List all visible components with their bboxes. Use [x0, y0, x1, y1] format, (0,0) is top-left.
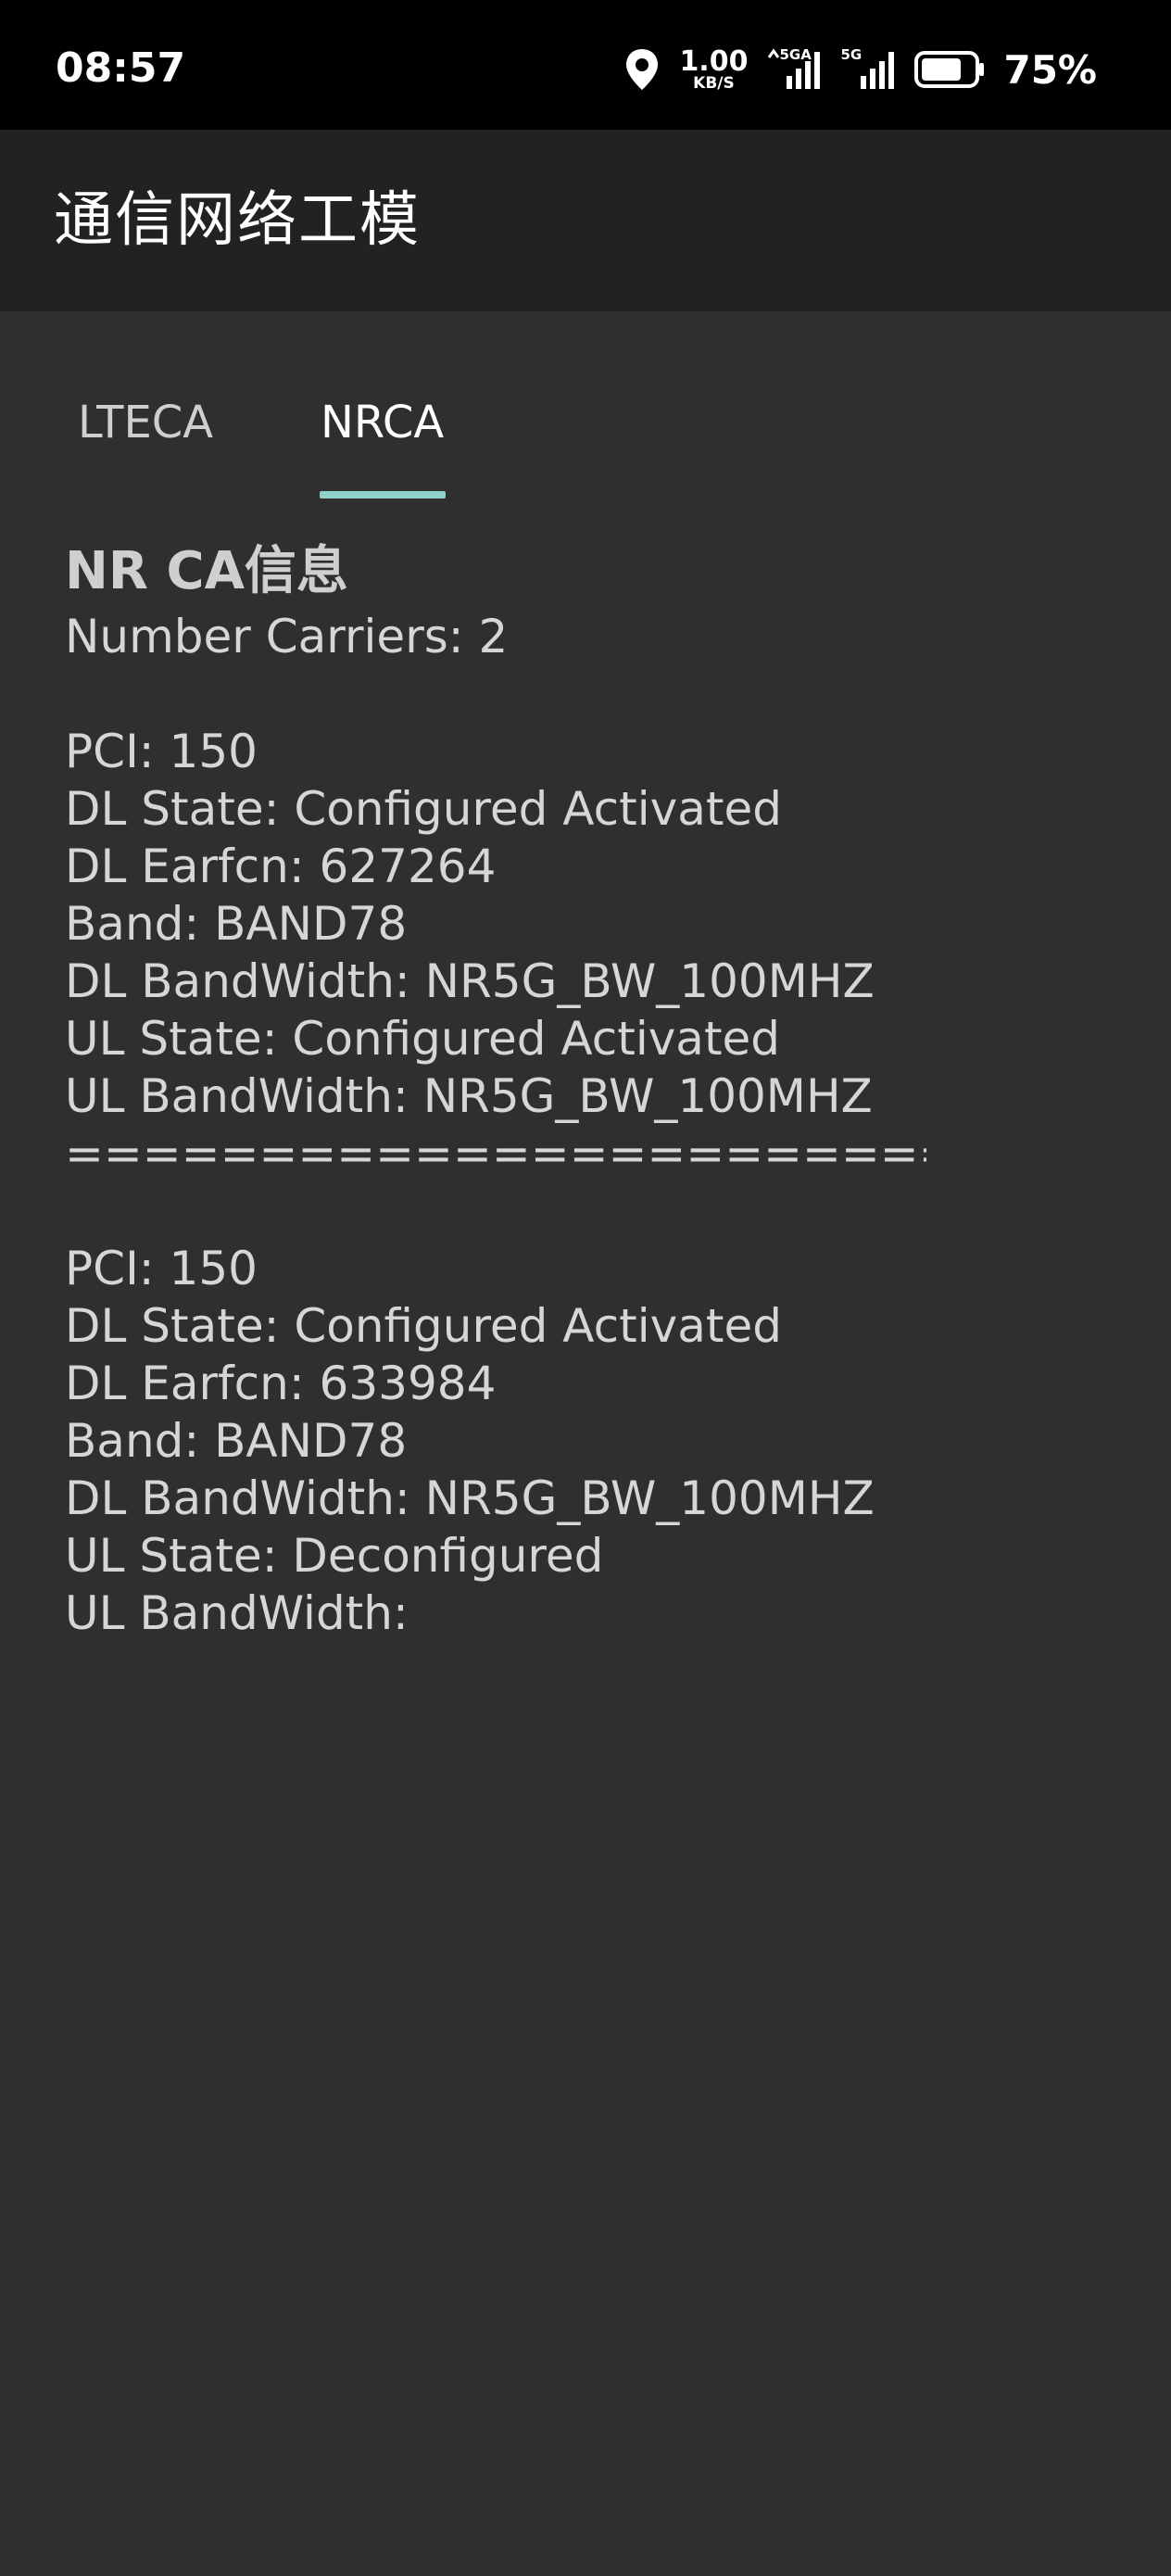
status-icons: 1.00 KB/S 5GA 5G 75%	[623, 37, 1097, 102]
status-time: 08:57	[56, 44, 186, 92]
cell-signal-icon: 5GA	[766, 46, 822, 93]
network-speed-unit: KB/S	[693, 73, 735, 93]
carrier-dl-state: DL State: Configured Activated	[65, 1299, 782, 1353]
carrier-block: PCI: 150 DL State: Configured Activated …	[65, 723, 1121, 1125]
carrier-ul-bandwidth: UL BandWidth:	[65, 1586, 409, 1640]
signal2-label: 5G	[840, 46, 863, 63]
carrier-band: Band: BAND78	[65, 1414, 408, 1468]
carrier-ul-state: UL State: Configured Activated	[65, 1012, 781, 1066]
cell-signal-icon: 5G	[840, 46, 896, 93]
carrier-ul-state: UL State: Deconfigured	[65, 1529, 604, 1583]
battery-icon	[914, 50, 985, 89]
carrier-dl-bandwidth: DL BandWidth: NR5G_BW_100MHZ	[65, 1471, 875, 1525]
signal1-label: 5GA	[779, 46, 812, 63]
carrier-block: PCI: 150 DL State: Configured Activated …	[65, 1240, 1121, 1642]
tab-lteca[interactable]: LTECA	[78, 395, 213, 450]
carrier-pci: PCI: 150	[65, 725, 258, 778]
section-title: NR CA信息	[65, 541, 348, 601]
carrier-ul-bandwidth: UL BandWidth: NR5G_BW_100MHZ	[65, 1069, 873, 1123]
nrca-info-panel: NR CA信息 Number Carriers: 2 PCI: 150 DL S…	[65, 536, 1121, 1642]
tab-indicator	[320, 491, 446, 499]
carrier-dl-bandwidth: DL BandWidth: NR5G_BW_100MHZ	[65, 954, 875, 1008]
status-bar: 08:57 1.00 KB/S 5GA 5G 75%	[0, 0, 1171, 130]
carrier-band: Band: BAND78	[65, 897, 408, 951]
number-carriers: Number Carriers: 2	[65, 610, 509, 663]
tab-bar: LTECA NRCA	[0, 311, 1171, 500]
carrier-dl-state: DL State: Configured Activated	[65, 782, 782, 836]
app-bar: 通信网络工模	[0, 130, 1171, 311]
battery-percent: 75%	[1003, 46, 1097, 93]
carrier-dl-earfcn: DL Earfcn: 633984	[65, 1357, 497, 1410]
location-pin-icon	[623, 47, 661, 92]
carrier-dl-earfcn: DL Earfcn: 627264	[65, 840, 497, 893]
carrier-pci: PCI: 150	[65, 1242, 258, 1295]
tab-nrca[interactable]: NRCA	[321, 395, 444, 450]
network-speed: 1.00 KB/S	[679, 44, 749, 93]
carrier-separator: ==============================	[65, 1127, 926, 1181]
page-title: 通信网络工模	[54, 186, 421, 255]
network-speed-value: 1.00	[679, 44, 749, 78]
